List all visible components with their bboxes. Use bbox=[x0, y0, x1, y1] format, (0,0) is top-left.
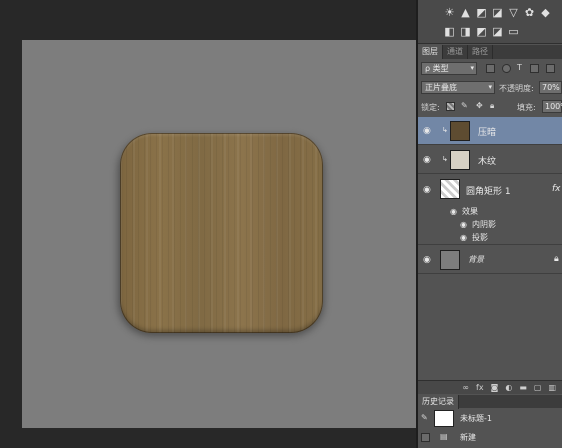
lock-all-icon[interactable]: 🔒︎ bbox=[490, 101, 494, 111]
brightness-icon[interactable]: ☀ bbox=[444, 7, 455, 18]
wood-rounded-rectangle[interactable] bbox=[120, 133, 323, 333]
layer-thumbnail bbox=[440, 179, 460, 199]
clipping-arrow-icon: ↳ bbox=[442, 126, 448, 134]
visibility-eye-icon[interactable]: ◉ bbox=[423, 126, 433, 136]
document-icon: ▤ bbox=[440, 432, 448, 441]
photoshop-window: ☀ ▲ ◩ ◪ ▽ ✿ ◆ ◧ ◨ ◩ ◪ ▭ 图层 通道 路径 ρ 类型 ▾ … bbox=[0, 0, 562, 448]
invert-icon[interactable]: ◩ bbox=[476, 26, 487, 37]
photo-filter-icon[interactable]: ◧ bbox=[444, 26, 455, 37]
lock-fill-row: 锁定: ✎ ✥ 🔒︎ 填充: 100% bbox=[418, 100, 562, 114]
layer-row-rounded-rect[interactable]: ◉ 圆角矩形 1 fx bbox=[418, 175, 562, 205]
layer-name: 圆角矩形 1 bbox=[466, 187, 511, 197]
lock-pixels-icon[interactable]: ✎ bbox=[461, 101, 468, 110]
effects-row[interactable]: ◉ 效果 bbox=[418, 205, 562, 218]
fill-field[interactable]: 100% bbox=[542, 100, 562, 113]
color-balance-icon[interactable]: ◆ bbox=[540, 7, 551, 18]
adjustment-layer-icon[interactable]: ◐ bbox=[505, 383, 512, 392]
adjustments-toolbar: ☀ ▲ ◩ ◪ ▽ ✿ ◆ ◧ ◨ ◩ ◪ ▭ bbox=[418, 0, 562, 44]
effect-label: 内阴影 bbox=[472, 220, 496, 229]
new-group-icon[interactable]: ▬ bbox=[519, 383, 527, 392]
opacity-label: 不透明度: bbox=[499, 84, 534, 93]
layers-panel-tabs: 图层 通道 路径 bbox=[418, 45, 562, 59]
layer-row-darken[interactable]: ◉ ↳ 压暗 bbox=[418, 117, 562, 145]
history-checkbox[interactable] bbox=[421, 433, 430, 442]
layer-name: 压暗 bbox=[478, 128, 497, 138]
new-layer-icon[interactable]: ▢ bbox=[534, 383, 542, 392]
hue-icon[interactable]: ✿ bbox=[524, 7, 535, 18]
layers-list: ◉ ↳ 压暗 ◉ ↳ 木纹 ◉ 圆角矩形 1 fx ◉ 效果 ◉ 内阴影 ◉ 投… bbox=[418, 117, 562, 380]
type-filter-icon[interactable]: T bbox=[517, 63, 522, 72]
visibility-eye-icon[interactable]: ◉ bbox=[450, 207, 460, 217]
threshold-icon[interactable]: ◪ bbox=[492, 26, 503, 37]
exposure-icon[interactable]: ◪ bbox=[492, 7, 503, 18]
layer-thumbnail bbox=[450, 121, 470, 141]
smart-object-filter-icon[interactable] bbox=[546, 64, 555, 73]
tab-paths[interactable]: 路径 bbox=[468, 45, 493, 59]
brush-source-icon[interactable]: ✎ bbox=[421, 413, 428, 422]
lock-label: 锁定: bbox=[421, 103, 440, 112]
right-panel: ☀ ▲ ◩ ◪ ▽ ✿ ◆ ◧ ◨ ◩ ◪ ▭ 图层 通道 路径 ρ 类型 ▾ … bbox=[418, 0, 562, 448]
snapshot-name: 未标题-1 bbox=[460, 414, 492, 423]
lock-position-icon[interactable]: ✥ bbox=[476, 101, 483, 110]
fill-label: 填充: bbox=[517, 103, 536, 112]
layer-row-wood[interactable]: ◉ ↳ 木纹 bbox=[418, 146, 562, 174]
visibility-eye-icon[interactable]: ◉ bbox=[423, 185, 433, 195]
history-state-name: 新建 bbox=[460, 433, 476, 442]
document-canvas-area bbox=[0, 0, 416, 448]
effect-label: 投影 bbox=[472, 233, 488, 242]
blend-opacity-row: 正片叠底 ▾ 不透明度: 70% bbox=[418, 81, 562, 95]
pixel-filter-icon[interactable] bbox=[486, 64, 495, 73]
filter-kind-value: ρ 类型 bbox=[425, 64, 449, 73]
chevron-down-icon: ▾ bbox=[488, 83, 492, 91]
layer-name: 木纹 bbox=[478, 157, 497, 167]
effect-row-inner-shadow[interactable]: ◉ 内阴影 bbox=[418, 218, 562, 231]
visibility-eye-icon[interactable]: ◉ bbox=[460, 220, 470, 230]
shape-filter-icon[interactable] bbox=[530, 64, 539, 73]
visibility-eye-icon[interactable]: ◉ bbox=[423, 255, 433, 265]
channel-mixer-icon[interactable]: ◨ bbox=[460, 26, 471, 37]
layer-name: 背景 bbox=[468, 255, 484, 264]
tab-layers[interactable]: 图层 bbox=[418, 45, 443, 59]
layer-filter-row: ρ 类型 ▾ T bbox=[418, 62, 562, 76]
snapshot-thumbnail bbox=[434, 410, 454, 427]
levels-icon[interactable]: ▲ bbox=[460, 7, 471, 18]
opacity-field[interactable]: 70% bbox=[539, 81, 562, 94]
chevron-down-icon: ▾ bbox=[470, 64, 474, 72]
visibility-eye-icon[interactable]: ◉ bbox=[460, 233, 470, 243]
layer-thumbnail bbox=[440, 250, 460, 270]
layer-row-background[interactable]: ◉ 背景 🔒︎ bbox=[418, 246, 562, 274]
clipping-arrow-icon: ↳ bbox=[442, 155, 448, 163]
gradient-map-icon[interactable]: ▭ bbox=[508, 26, 519, 37]
blend-mode-select[interactable]: 正片叠底 ▾ bbox=[421, 81, 495, 94]
fx-badge[interactable]: fx bbox=[552, 184, 561, 194]
layer-thumbnail bbox=[450, 150, 470, 170]
lock-icon: 🔒︎ bbox=[554, 254, 559, 264]
adjustment-filter-icon[interactable] bbox=[502, 64, 511, 73]
tab-history[interactable]: 历史记录 bbox=[418, 395, 459, 409]
tab-channels[interactable]: 通道 bbox=[443, 45, 468, 59]
add-style-icon[interactable]: fx bbox=[476, 383, 484, 392]
link-layers-icon[interactable]: ∞ bbox=[462, 383, 469, 392]
vibrance-icon[interactable]: ▽ bbox=[508, 7, 519, 18]
layers-bottom-bar: ∞ fx ◙ ◐ ▬ ▢ ▥ bbox=[418, 380, 562, 394]
history-panel-tabs: 历史记录 bbox=[418, 395, 562, 409]
add-mask-icon[interactable]: ◙ bbox=[491, 383, 499, 392]
filter-kind-select[interactable]: ρ 类型 ▾ bbox=[421, 62, 477, 75]
curves-icon[interactable]: ◩ bbox=[476, 7, 487, 18]
effect-row-drop-shadow[interactable]: ◉ 投影 bbox=[418, 231, 562, 245]
delete-layer-icon[interactable]: ▥ bbox=[548, 383, 556, 392]
lock-transparency-icon[interactable] bbox=[446, 102, 455, 111]
history-snapshot-row[interactable]: ✎ 未标题-1 bbox=[418, 409, 562, 428]
visibility-eye-icon[interactable]: ◉ bbox=[423, 155, 433, 165]
effects-label: 效果 bbox=[462, 207, 478, 216]
history-state-row[interactable]: ▤ 新建 bbox=[418, 430, 562, 446]
blend-mode-value: 正片叠底 bbox=[425, 83, 457, 92]
